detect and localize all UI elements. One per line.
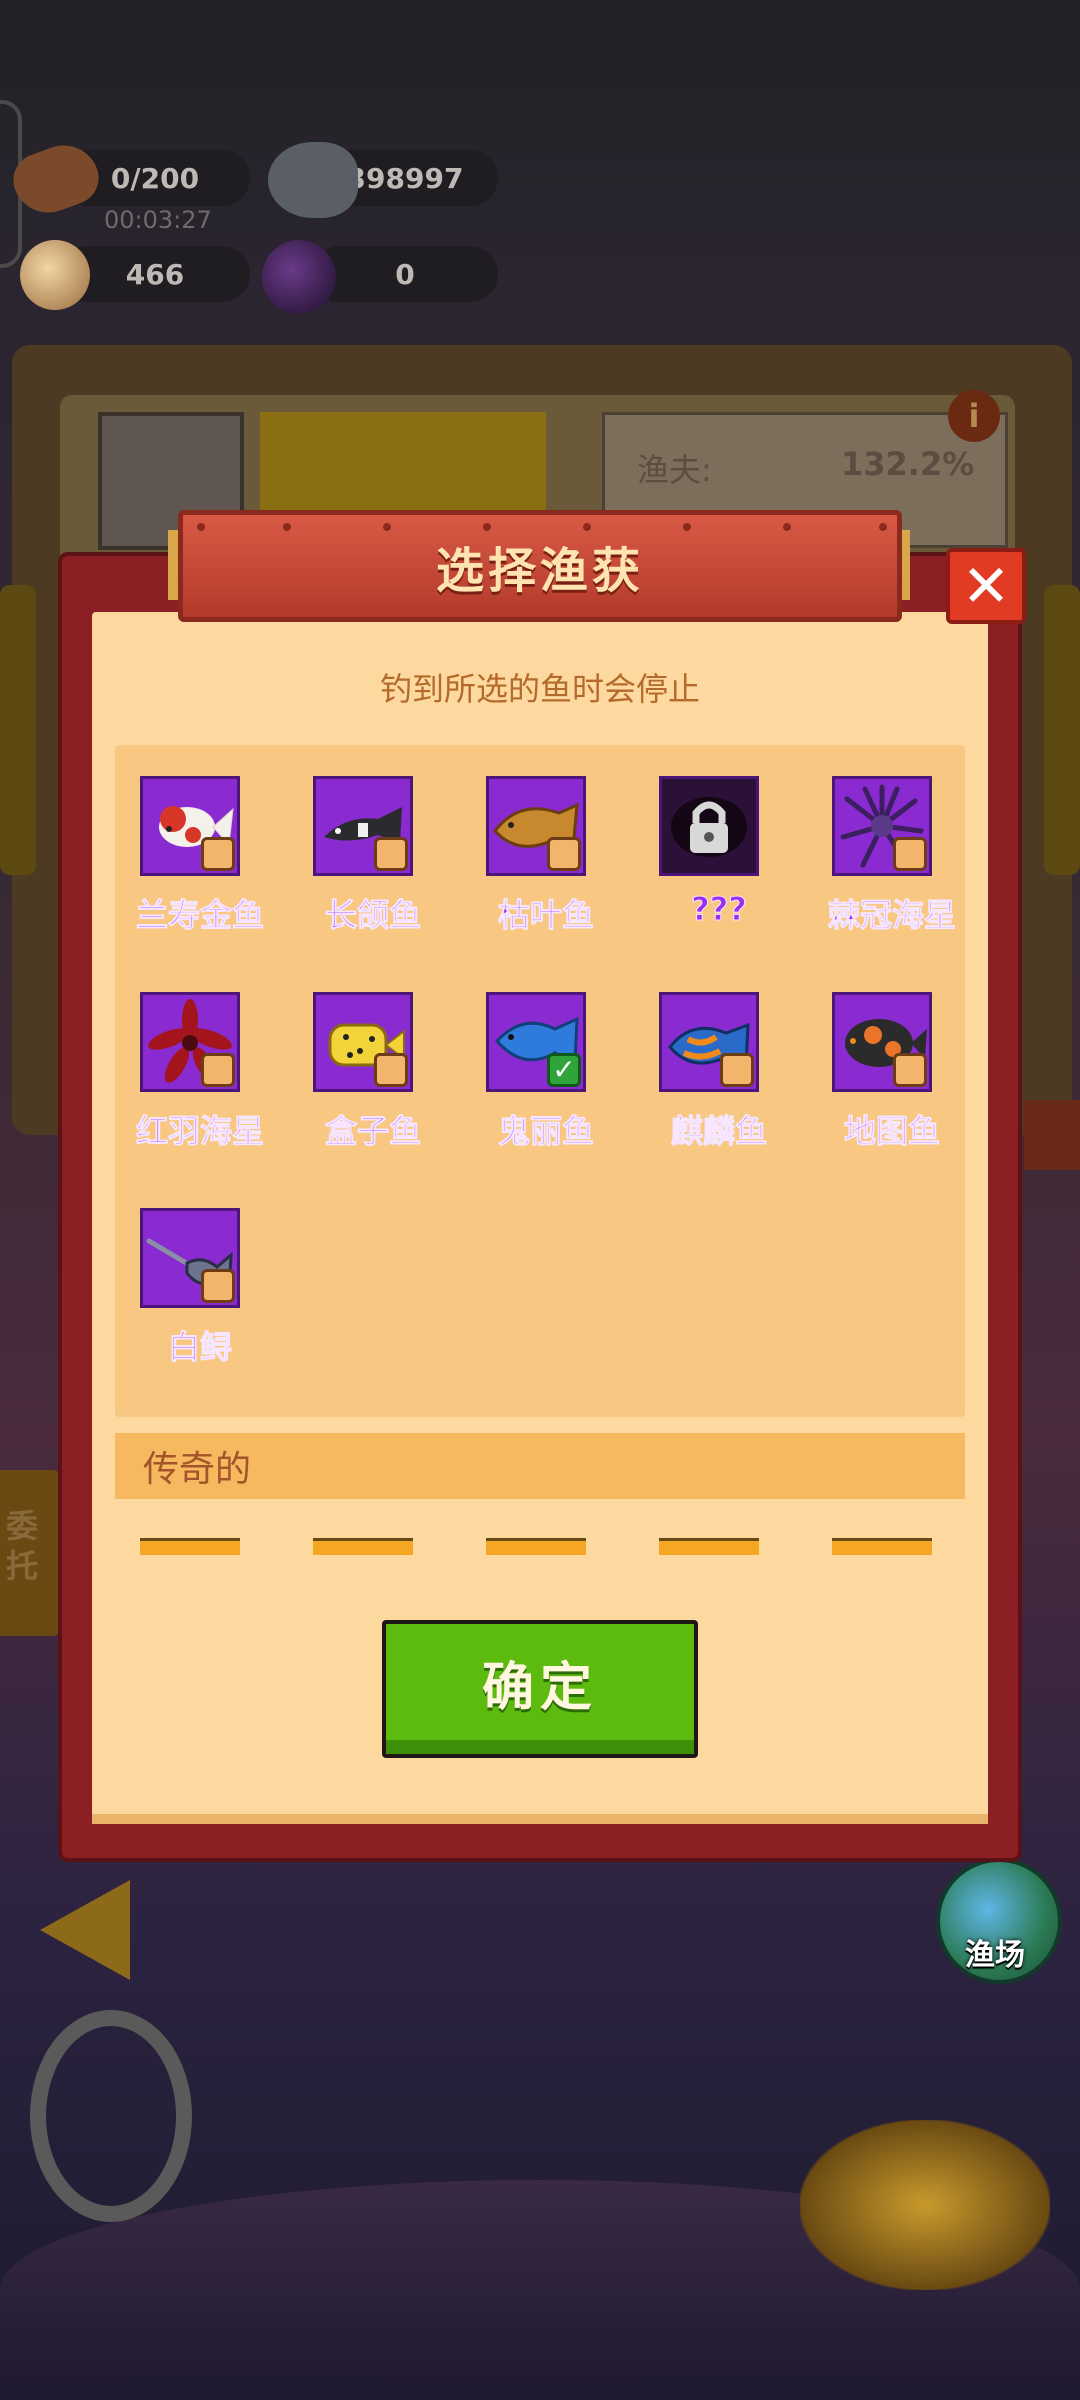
fish-cell-cichlid[interactable]: ✓ 鬼丽鱼: [460, 992, 632, 1192]
fish-checkbox-checked[interactable]: ✓: [547, 1053, 581, 1087]
leaf-fish-icon: [486, 776, 586, 876]
refill-timer: 00:03:27: [104, 206, 212, 234]
cichlid-icon: ✓: [486, 992, 586, 1092]
fishing-reel: [30, 2010, 192, 2222]
fish-name: 棘冠海星: [827, 896, 956, 935]
fish-cell-feather-star[interactable]: 红羽海星: [114, 992, 286, 1192]
dialog-subtitle: 钓到所选的鱼时会停止: [379, 670, 700, 708]
fish-cell-elephantnose[interactable]: 长颌鱼: [287, 776, 459, 976]
legendary-fish-tile[interactable]: [313, 1538, 413, 1555]
paddlefish-icon: [140, 1208, 240, 1308]
fish-currency-icon: [268, 142, 358, 218]
crown-of-thorns-starfish-icon: [832, 776, 932, 876]
confirm-button[interactable]: 确定: [382, 1620, 698, 1758]
legendary-section-title: 传奇的: [143, 1449, 252, 1490]
close-button[interactable]: ✕: [946, 548, 1026, 624]
fish-name: 白鲟: [167, 1328, 232, 1367]
pearl-counter: 0: [312, 246, 498, 302]
banner-bolt: [583, 523, 591, 531]
legendary-fish-tile[interactable]: [659, 1538, 759, 1555]
fish-name: 枯叶鱼: [497, 896, 594, 935]
fish-checkbox[interactable]: [201, 1053, 235, 1087]
pearl-icon: [262, 240, 336, 314]
boxfish-icon: [313, 992, 413, 1092]
close-x-icon: ✕: [961, 552, 1011, 620]
orb-icon: [20, 240, 90, 310]
fish-name: 麒麟鱼: [670, 1112, 767, 1151]
fish-cell-crown-starfish[interactable]: 棘冠海星: [806, 776, 978, 976]
fishing-ground-label: 渔场: [965, 1938, 1025, 1973]
fish-cell-leaf-fish[interactable]: 枯叶鱼: [460, 776, 632, 976]
fish-cell-oscar[interactable]: 地图鱼: [806, 992, 978, 1192]
banner-bolt: [383, 523, 391, 531]
commission-label: 委托: [6, 1507, 39, 1585]
fish-checkbox[interactable]: [547, 837, 581, 871]
left-side-tab[interactable]: [0, 585, 36, 875]
fish-name: 长颌鱼: [324, 896, 421, 935]
fish-checkbox[interactable]: [201, 837, 235, 871]
legendary-fish-tile[interactable]: [486, 1538, 586, 1555]
banner-bolt: [879, 523, 887, 531]
fish-checkbox[interactable]: [893, 1053, 927, 1087]
fish-checkbox[interactable]: [893, 837, 927, 871]
fish-cell-locked[interactable]: ???: [633, 776, 805, 976]
mandarin-fish-icon: [659, 992, 759, 1092]
legendary-fish-tile[interactable]: [140, 1538, 240, 1555]
banner-bolt: [683, 523, 691, 531]
banner-bolt: [783, 523, 791, 531]
fish-name: ???: [691, 890, 748, 929]
banner-bolt: [197, 523, 205, 531]
goldfish-icon: [140, 776, 240, 876]
info-icon[interactable]: i: [948, 390, 1000, 442]
flower-decoration: [800, 2120, 1050, 2290]
stat-label: 渔夫:: [637, 451, 712, 489]
right-side-button[interactable]: [1024, 1100, 1080, 1170]
elephantnose-fish-icon: [313, 776, 413, 876]
legendary-fish-tile[interactable]: [832, 1538, 932, 1555]
fish-cell-ranchu-goldfish[interactable]: 兰寿金鱼: [114, 776, 286, 976]
fish-cell-paddlefish[interactable]: 白鲟: [114, 1208, 286, 1408]
fish-name: 地图鱼: [843, 1112, 940, 1151]
fish-value: 398997: [346, 161, 464, 195]
oscar-fish-icon: [832, 992, 932, 1092]
banner-bolt: [483, 523, 491, 531]
feather-star-icon: [140, 992, 240, 1092]
banner-bolt: [283, 523, 291, 531]
lock-icon: [662, 779, 756, 873]
confirm-label: 确定: [481, 1657, 598, 1718]
legendary-section-header: 传奇的: [115, 1433, 965, 1499]
fish-name: 红羽海星: [135, 1112, 264, 1151]
fish-name: 鬼丽鱼: [497, 1112, 594, 1151]
orb-value: 466: [125, 257, 185, 291]
confirm-button-face: 确定: [386, 1624, 694, 1754]
fish-cell-boxfish[interactable]: 盒子鱼: [287, 992, 459, 1192]
fish-checkbox[interactable]: [720, 1053, 754, 1087]
bread-value: 0/200: [110, 161, 200, 195]
locked-fish-tile: [659, 776, 759, 876]
fish-checkbox[interactable]: [201, 1269, 235, 1303]
fish-checkbox[interactable]: [374, 837, 408, 871]
fish-name: 盒子鱼: [324, 1112, 421, 1151]
fish-checkbox[interactable]: [374, 1053, 408, 1087]
dialog-body-edge: [92, 1814, 988, 1824]
pearl-value: 0: [395, 257, 415, 291]
stat-value: 132.2%: [841, 445, 975, 483]
dialog-title-banner: 选择渔获: [178, 510, 902, 622]
dialog-title: 选择渔获: [435, 543, 644, 599]
back-arrow-icon[interactable]: [40, 1880, 130, 1980]
fish-cell-mandarin[interactable]: 麒麟鱼: [633, 992, 805, 1192]
fish-name: 兰寿金鱼: [135, 896, 264, 935]
right-side-tab[interactable]: [1044, 585, 1080, 875]
